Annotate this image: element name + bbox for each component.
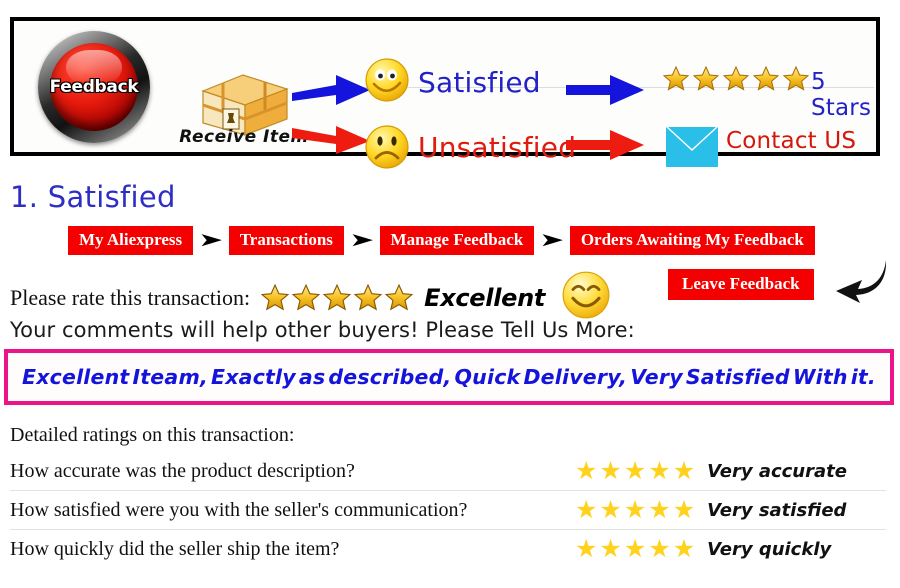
transaction-star-rating[interactable] bbox=[260, 283, 414, 313]
arrow-right-red-icon-1 bbox=[292, 118, 372, 161]
table-row: How quickly did the seller ship the item… bbox=[10, 530, 886, 568]
transaction-rating-row: Please rate this transaction: Excellent bbox=[10, 270, 611, 325]
star-icon: ★ bbox=[648, 495, 671, 524]
review-comment-box[interactable]: Excellent Iteam, Exactly as described, Q… bbox=[4, 349, 894, 405]
rating-question: How accurate was the product description… bbox=[10, 459, 355, 482]
envelope-icon bbox=[666, 127, 718, 167]
star-icon: ★ bbox=[599, 456, 622, 485]
rate-transaction-label: Please rate this transaction: bbox=[10, 284, 251, 310]
star-icon: ★ bbox=[575, 456, 598, 485]
star-icon: ★ bbox=[599, 495, 622, 524]
curved-arrow-icon bbox=[828, 258, 890, 309]
rating-stars[interactable]: ★ ★ ★ ★ ★ bbox=[575, 495, 696, 524]
smiley-sad-icon bbox=[364, 124, 410, 175]
star-icon: ★ bbox=[672, 534, 696, 563]
star-icon: ★ bbox=[648, 456, 671, 485]
feedback-button-graphic[interactable]: Feedback bbox=[26, 31, 162, 143]
arrow-right-blue-icon bbox=[292, 71, 372, 114]
contact-us-label: Contact US bbox=[726, 128, 857, 154]
star-icon: ★ bbox=[623, 495, 647, 524]
review-comment-text: Excellent Iteam, Exactly as described, Q… bbox=[8, 365, 890, 389]
breadcrumb-item-my-aliexpress[interactable]: My Aliexpress bbox=[68, 226, 194, 255]
breadcrumb-item-transactions[interactable]: Transactions bbox=[228, 226, 344, 255]
review-word: Quick bbox=[454, 365, 521, 389]
detailed-ratings-table: How accurate was the product description… bbox=[10, 452, 886, 568]
review-word: described, bbox=[328, 365, 452, 389]
rating-stars[interactable]: ★ ★ ★ ★ ★ bbox=[575, 534, 696, 563]
breadcrumb: My Aliexpress ➤ Transactions ➤ Manage Fe… bbox=[68, 226, 815, 255]
rating-value: Very accurate bbox=[707, 460, 847, 482]
breadcrumb-item-manage-feedback[interactable]: Manage Feedback bbox=[379, 226, 535, 255]
leave-feedback-button[interactable]: Leave Feedback bbox=[668, 269, 814, 300]
feedback-button-label: Feedback bbox=[49, 77, 139, 97]
review-word: Satisfied bbox=[685, 365, 790, 389]
feedback-instruction-page: Feedback Receive Item Satisfied Unsatisf… bbox=[0, 0, 900, 588]
star-icon: ★ bbox=[623, 456, 647, 485]
smiley-happy-icon-large bbox=[561, 270, 611, 325]
rating-question: How satisfied were you with the seller's… bbox=[10, 498, 468, 521]
arrow-right-blue-icon-2 bbox=[566, 71, 646, 114]
detailed-ratings-title: Detailed ratings on this transaction: bbox=[10, 424, 295, 446]
star-icon: ★ bbox=[575, 495, 598, 524]
rating-question: How quickly did the seller ship the item… bbox=[10, 537, 340, 560]
review-word: Excellent bbox=[22, 365, 130, 389]
star-icon: ★ bbox=[672, 495, 696, 524]
review-word: Delivery, bbox=[523, 365, 628, 389]
satisfied-label: Satisfied bbox=[418, 66, 541, 99]
breadcrumb-item-orders-awaiting-my-feedback[interactable]: Orders Awaiting My Feedback bbox=[569, 226, 815, 255]
review-word: Iteam, bbox=[132, 365, 208, 389]
feedback-flow-banner: Feedback Receive Item Satisfied Unsatisf… bbox=[10, 17, 880, 169]
review-word: Very bbox=[630, 365, 683, 389]
unsatisfied-label: Unsatisfied bbox=[418, 131, 577, 164]
rating-value: Very satisfied bbox=[707, 499, 847, 521]
star-icon: ★ bbox=[599, 534, 622, 563]
rating-stars[interactable]: ★ ★ ★ ★ ★ bbox=[575, 456, 696, 485]
table-row: How satisfied were you with the seller's… bbox=[10, 491, 886, 530]
rating-value: Very quickly bbox=[707, 538, 832, 560]
review-word: Exactly bbox=[211, 365, 296, 389]
review-word: as bbox=[298, 365, 326, 389]
arrow-right-red-icon-2 bbox=[566, 126, 646, 169]
star-icon: ★ bbox=[575, 534, 598, 563]
comments-prompt: Your comments will help other buyers! Pl… bbox=[10, 318, 635, 342]
smiley-happy-icon bbox=[364, 57, 410, 108]
page-title: 1. Satisfied bbox=[10, 180, 176, 214]
review-word: it. bbox=[850, 365, 876, 389]
five-stars-label: 5 Stars bbox=[811, 69, 872, 121]
breadcrumb-separator-icon: ➤ bbox=[541, 231, 564, 250]
review-word: With bbox=[792, 365, 848, 389]
banner-star-rating bbox=[662, 65, 810, 93]
breadcrumb-separator-icon: ➤ bbox=[350, 231, 373, 250]
rating-grade-label: Excellent bbox=[424, 283, 546, 312]
star-icon: ★ bbox=[648, 534, 671, 563]
table-row: How accurate was the product description… bbox=[10, 452, 886, 491]
breadcrumb-separator-icon: ➤ bbox=[199, 231, 222, 250]
star-icon: ★ bbox=[672, 456, 696, 485]
star-icon: ★ bbox=[623, 534, 647, 563]
